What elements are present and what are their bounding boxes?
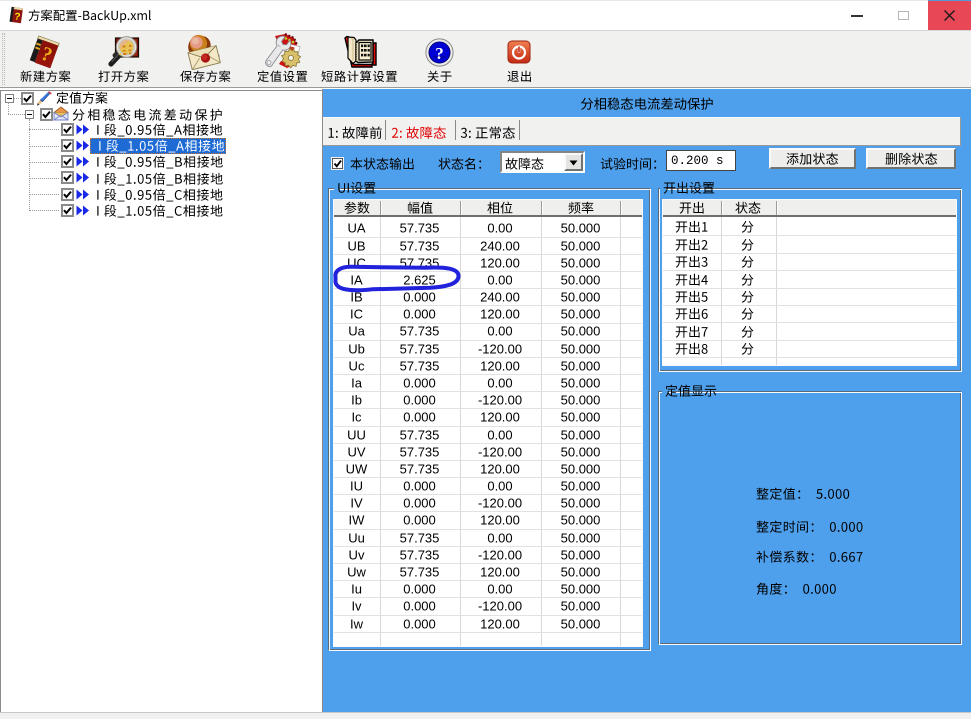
svg-text:?: ? — [435, 44, 444, 63]
